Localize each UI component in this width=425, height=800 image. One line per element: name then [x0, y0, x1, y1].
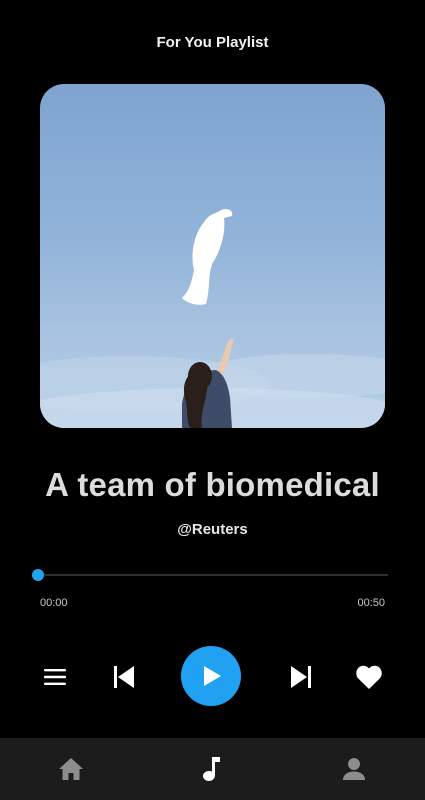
- skip-previous-icon: [114, 666, 134, 688]
- time-total: 00:50: [357, 597, 385, 609]
- progress-track[interactable]: [38, 574, 388, 576]
- person-silhouette: [182, 338, 234, 428]
- page-title: For You Playlist: [156, 34, 269, 51]
- nav-item-profile[interactable]: [324, 738, 384, 800]
- music-note-icon: [203, 757, 220, 781]
- next-button[interactable]: [287, 662, 315, 692]
- nav-item-home[interactable]: [41, 738, 101, 800]
- heart-icon: [356, 665, 382, 689]
- bottom-nav: [0, 738, 425, 800]
- skip-next-icon: [291, 666, 311, 688]
- favorite-button[interactable]: [354, 662, 384, 692]
- previous-button[interactable]: [110, 662, 138, 692]
- album-art-image: [40, 209, 385, 428]
- album-art: [40, 84, 385, 428]
- menu-button[interactable]: [40, 662, 70, 692]
- song-artist[interactable]: @Reuters: [0, 521, 425, 538]
- bird-shape: [182, 209, 233, 305]
- hamburger-menu-icon: [44, 669, 66, 685]
- nav-item-music[interactable]: [182, 738, 242, 800]
- home-icon: [59, 758, 83, 780]
- progress-thumb[interactable]: [32, 569, 44, 581]
- play-button[interactable]: [181, 646, 241, 706]
- play-icon: [204, 666, 221, 686]
- person-icon: [343, 758, 365, 780]
- time-current: 00:00: [40, 597, 68, 609]
- song-title: A team of biomedical: [45, 466, 380, 503]
